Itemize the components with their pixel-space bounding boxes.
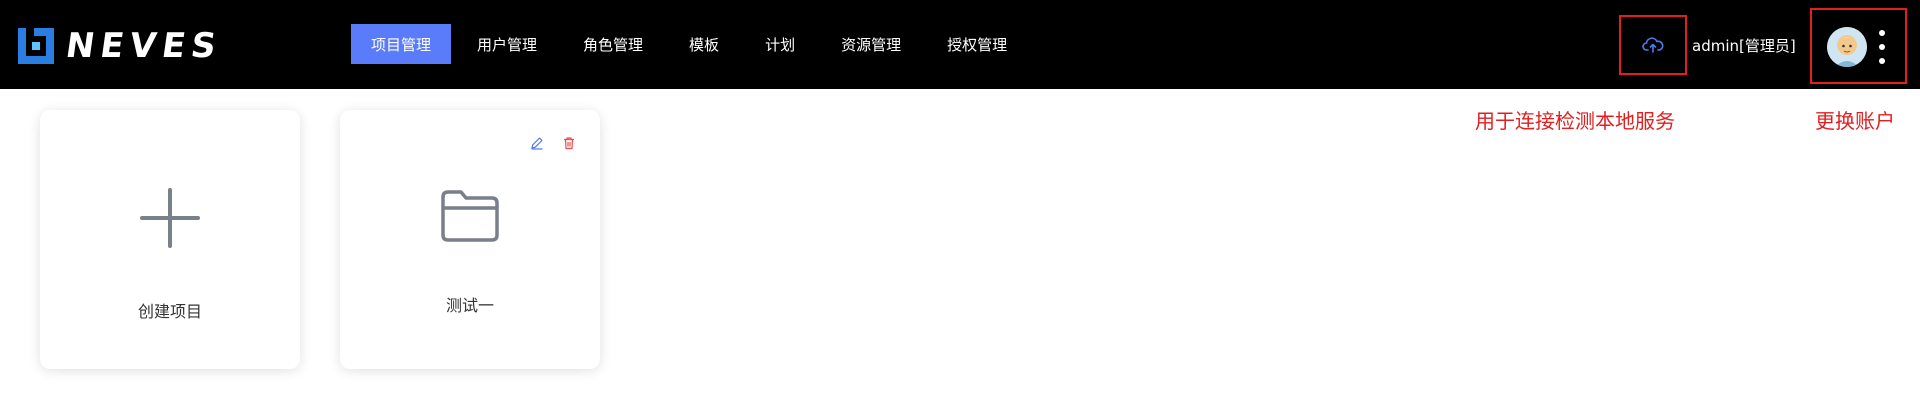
nav-item-licenses[interactable]: 授权管理 xyxy=(927,24,1027,64)
top-header: NEVES 项目管理 用户管理 角色管理 模板 计划 资源管理 授权管理 adm… xyxy=(0,0,1920,89)
nav-item-templates[interactable]: 模板 xyxy=(669,24,739,64)
brand-name: NEVES xyxy=(63,26,225,66)
nav-item-resources[interactable]: 资源管理 xyxy=(821,24,921,64)
project-card[interactable]: 测试一 xyxy=(340,110,600,369)
brand-logo[interactable]: NEVES xyxy=(18,26,225,66)
main-nav: 项目管理 用户管理 角色管理 模板 计划 资源管理 授权管理 xyxy=(351,24,1033,64)
nav-item-projects[interactable]: 项目管理 xyxy=(351,24,452,64)
current-user[interactable]: admin[管理员] xyxy=(1692,35,1796,56)
project-name: 测试一 xyxy=(445,296,494,315)
annotation-local-service: 用于连接检测本地服务 xyxy=(1475,109,1675,133)
create-project-label: 创建项目 xyxy=(137,302,202,321)
folder-icon xyxy=(441,190,499,242)
trash-icon[interactable] xyxy=(562,136,576,150)
card-actions xyxy=(530,136,576,150)
nav-item-roles[interactable]: 角色管理 xyxy=(563,24,663,64)
annotation-switch-account: 更换账户 xyxy=(1815,109,1895,133)
avatar[interactable] xyxy=(1827,27,1867,67)
create-project-card[interactable]: 创建项目 xyxy=(40,110,300,369)
more-vertical-icon[interactable] xyxy=(1877,30,1887,64)
avatar-image xyxy=(1827,27,1867,67)
nav-item-plans[interactable]: 计划 xyxy=(745,24,815,64)
logo-icon xyxy=(18,28,54,64)
local-service-highlight xyxy=(1619,15,1687,75)
edit-icon[interactable] xyxy=(530,136,544,150)
plus-icon xyxy=(140,188,200,248)
cloud-upload-icon[interactable] xyxy=(1642,36,1664,54)
nav-item-users[interactable]: 用户管理 xyxy=(457,24,557,64)
account-switch-highlight xyxy=(1810,8,1907,84)
